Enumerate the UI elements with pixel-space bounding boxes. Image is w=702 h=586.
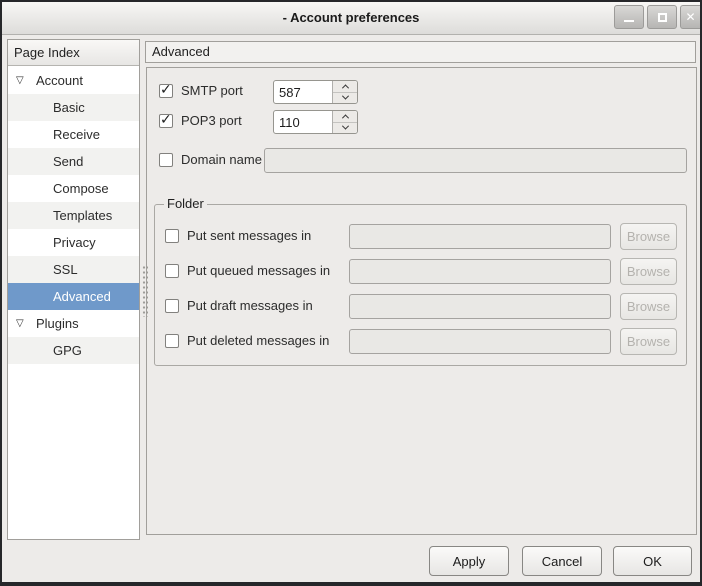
put-queued-messages-checkbox[interactable]	[165, 264, 179, 278]
page-title: Advanced	[145, 41, 696, 63]
ok-button[interactable]: OK	[613, 546, 692, 576]
sidebar-item-label: Basic	[8, 100, 85, 115]
sidebar-item-label: Compose	[8, 181, 109, 196]
domain-name-checkbox[interactable]	[159, 153, 173, 167]
put-draft-messages-checkbox[interactable]	[165, 299, 179, 313]
deleted-messages-row: Put deleted messages in Browse	[155, 328, 686, 355]
queued-browse-button[interactable]: Browse	[620, 258, 677, 285]
sidebar-item-send[interactable]: Send	[8, 148, 139, 175]
sidebar-item-account[interactable]: ▽ Account	[8, 67, 139, 94]
domain-name-input[interactable]	[264, 148, 687, 173]
account-preferences-dialog: - Account preferences ✕ Page Index ▽ Acc…	[0, 0, 702, 586]
put-deleted-messages-label: Put deleted messages in	[187, 332, 329, 350]
sidebar-item-label: Templates	[8, 208, 112, 223]
sidebar-item-privacy[interactable]: Privacy	[8, 229, 139, 256]
titlebar[interactable]: - Account preferences ✕	[2, 2, 700, 35]
chevron-down-icon	[341, 93, 348, 100]
sidebar-item-advanced[interactable]: Advanced	[8, 283, 139, 310]
queued-messages-row: Put queued messages in Browse	[155, 258, 686, 285]
advanced-settings-frame: ✓ SMTP port ✓ POP3 port Domain name	[146, 67, 697, 535]
put-draft-messages-label: Put draft messages in	[187, 297, 313, 315]
sidebar-item-receive[interactable]: Receive	[8, 121, 139, 148]
expander-icon[interactable]: ▽	[16, 310, 24, 337]
draft-folder-input[interactable]	[349, 294, 611, 319]
expander-icon[interactable]: ▽	[16, 67, 24, 94]
sidebar-item-label: Privacy	[8, 235, 96, 250]
spin-down-button[interactable]	[333, 93, 357, 104]
draft-browse-button[interactable]: Browse	[620, 293, 677, 320]
pop3-port-checkbox[interactable]: ✓	[159, 114, 173, 128]
sidebar-item-label: GPG	[8, 343, 82, 358]
maximize-icon	[658, 13, 667, 22]
sidebar-item-ssl[interactable]: SSL	[8, 256, 139, 283]
domain-name-label: Domain name	[181, 151, 262, 169]
put-sent-messages-label: Put sent messages in	[187, 227, 311, 245]
draft-messages-row: Put draft messages in Browse	[155, 293, 686, 320]
put-queued-messages-label: Put queued messages in	[187, 262, 330, 280]
smtp-port-input[interactable]	[274, 81, 332, 103]
sent-folder-input[interactable]	[349, 224, 611, 249]
pop3-port-input[interactable]	[274, 111, 332, 133]
close-button[interactable]: ✕	[680, 5, 700, 29]
sidebar-item-basic[interactable]: Basic	[8, 94, 139, 121]
pop3-port-stepper	[332, 111, 357, 133]
smtp-port-checkbox[interactable]: ✓	[159, 84, 173, 98]
sent-messages-row: Put sent messages in Browse	[155, 223, 686, 250]
spin-down-button[interactable]	[333, 123, 357, 134]
page-index-header: Page Index	[8, 40, 139, 66]
minimize-icon	[624, 20, 634, 22]
smtp-port-spinner	[273, 80, 358, 104]
chevron-up-icon	[341, 114, 348, 121]
minimize-button[interactable]	[614, 5, 644, 29]
pop3-port-spinner	[273, 110, 358, 134]
deleted-folder-input[interactable]	[349, 329, 611, 354]
sidebar-item-compose[interactable]: Compose	[8, 175, 139, 202]
checkmark-icon: ✓	[160, 82, 172, 96]
window-controls: ✕	[614, 5, 700, 29]
spin-up-button[interactable]	[333, 111, 357, 123]
pop3-port-label: POP3 port	[181, 112, 242, 130]
folder-group: Folder Put sent messages in Browse Put q…	[154, 204, 687, 366]
sidebar-item-label: Advanced	[8, 289, 111, 304]
chevron-down-icon	[341, 123, 348, 130]
sidebar-item-label: Send	[8, 154, 83, 169]
sidebar-item-plugins[interactable]: ▽ Plugins	[8, 310, 139, 337]
sidebar-item-label: SSL	[8, 262, 78, 277]
apply-button[interactable]: Apply	[429, 546, 509, 576]
smtp-port-stepper	[332, 81, 357, 103]
sent-browse-button[interactable]: Browse	[620, 223, 677, 250]
queued-folder-input[interactable]	[349, 259, 611, 284]
page-index-tree: ▽ Account Basic Receive Send Compose Tem…	[8, 67, 139, 539]
spin-up-button[interactable]	[333, 81, 357, 93]
close-icon: ✕	[685, 11, 695, 23]
maximize-button[interactable]	[647, 5, 677, 29]
chevron-up-icon	[341, 84, 348, 91]
folder-group-legend: Folder	[164, 196, 207, 211]
smtp-port-label: SMTP port	[181, 82, 243, 100]
sidebar-item-templates[interactable]: Templates	[8, 202, 139, 229]
cancel-button[interactable]: Cancel	[522, 546, 602, 576]
page-index-panel: Page Index ▽ Account Basic Receive Send …	[7, 39, 140, 540]
sidebar-item-gpg[interactable]: GPG	[8, 337, 139, 364]
sidebar-item-label: Receive	[8, 127, 100, 142]
put-sent-messages-checkbox[interactable]	[165, 229, 179, 243]
put-deleted-messages-checkbox[interactable]	[165, 334, 179, 348]
window-title: - Account preferences	[2, 10, 700, 25]
checkmark-icon: ✓	[160, 112, 172, 126]
deleted-browse-button[interactable]: Browse	[620, 328, 677, 355]
